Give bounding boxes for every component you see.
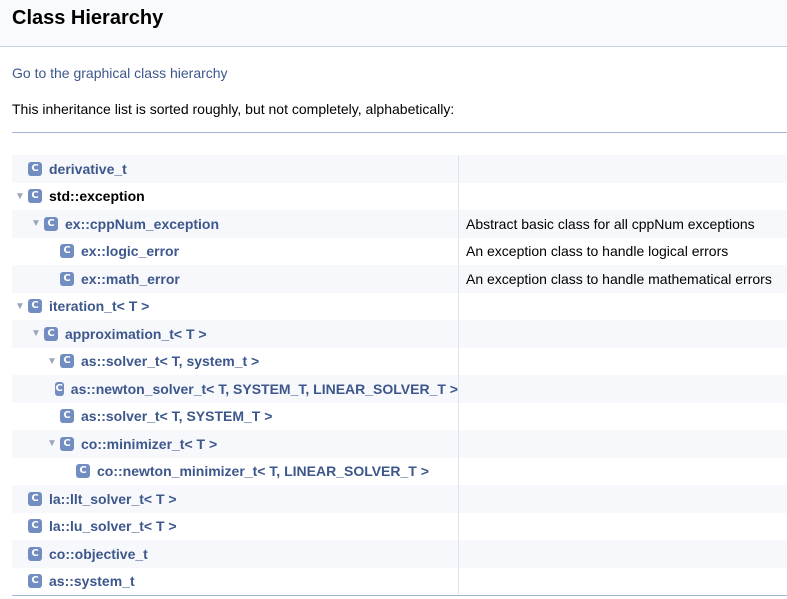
tree-row: Cderivative_t: [12, 155, 787, 183]
tree-entry: Cla::lu_solver_t< T >: [12, 512, 459, 540]
class-icon: C: [60, 354, 74, 369]
expand-arrow-icon[interactable]: ▼: [12, 191, 28, 202]
tree-row: ▼ Capproximation_t< T >: [12, 320, 787, 348]
page-title: Class Hierarchy: [12, 7, 164, 29]
class-link[interactable]: co::objective_t: [49, 546, 148, 562]
tree-row: Cco::newton_minimizer_t< T, LINEAR_SOLVE…: [12, 457, 787, 486]
class-description: [459, 540, 787, 568]
class-icon: C: [28, 546, 42, 561]
expand-arrow-icon[interactable]: ▼: [12, 301, 28, 312]
class-description: [459, 568, 787, 596]
class-icon: C: [28, 299, 42, 314]
tree-entry: Cla::llt_solver_t< T >: [12, 485, 459, 513]
tree-entry: ▼ Cas::solver_t< T, system_t >: [12, 347, 459, 375]
class-link[interactable]: co::newton_minimizer_t< T, LINEAR_SOLVER…: [97, 463, 429, 479]
class-icon: C: [28, 574, 42, 589]
tree-entry: Cas::system_t: [12, 567, 459, 595]
tree-entry: ▼ Cex::cppNum_exception: [12, 210, 459, 238]
class-link[interactable]: as::solver_t< T, system_t >: [81, 353, 259, 369]
tree-row: ▼ Cas::solver_t< T, system_t >: [12, 347, 787, 376]
class-description: [459, 320, 787, 348]
tree-entry: ▼ Cco::minimizer_t< T >: [12, 430, 459, 458]
class-icon: C: [60, 436, 74, 451]
class-icon: C: [60, 409, 74, 424]
class-icon: C: [28, 161, 42, 176]
class-link[interactable]: co::minimizer_t< T >: [81, 436, 217, 452]
tree-row: Cas::newton_solver_t< T, SYSTEM_T, LINEA…: [12, 375, 787, 403]
tree-row: Cco::objective_t: [12, 540, 787, 568]
class-name: std::exception: [49, 188, 145, 205]
class-description: [459, 458, 787, 486]
tree-entry: ▼ Citeration_t< T >: [12, 292, 459, 320]
class-link[interactable]: iteration_t< T >: [49, 298, 149, 314]
class-link[interactable]: ex::math_error: [81, 271, 180, 287]
class-description: [459, 403, 787, 431]
class-icon: C: [28, 519, 42, 534]
tree-entry: Cas::newton_solver_t< T, SYSTEM_T, LINEA…: [12, 375, 459, 403]
tree-row: Cas::solver_t< T, SYSTEM_T >: [12, 402, 787, 431]
class-description: An exception class to handle mathematica…: [466, 270, 772, 287]
class-hierarchy-tree: Cderivative_t ▼ Cstd::exception ▼ Cex::cppNu…: [12, 155, 787, 595]
class-link[interactable]: approximation_t< T >: [65, 326, 207, 342]
class-description: [459, 513, 787, 541]
class-link[interactable]: la::llt_solver_t< T >: [49, 491, 177, 507]
class-icon: C: [44, 216, 58, 231]
class-link[interactable]: derivative_t: [49, 161, 127, 177]
tree-entry: Cex::math_error: [12, 265, 459, 293]
class-icon: C: [54, 381, 64, 396]
page-header: Class Hierarchy: [0, 0, 787, 47]
class-link[interactable]: as::solver_t< T, SYSTEM_T >: [81, 408, 272, 424]
expand-arrow-icon[interactable]: ▼: [28, 218, 44, 229]
tree-row: ▼ Cco::minimizer_t< T >: [12, 430, 787, 458]
expand-arrow-icon[interactable]: ▼: [44, 438, 60, 449]
class-icon: C: [76, 464, 90, 479]
expand-arrow-icon[interactable]: ▼: [44, 356, 60, 367]
class-link[interactable]: as::system_t: [49, 573, 135, 589]
tree-row: Cex::logic_error An exception class to ha…: [12, 237, 787, 265]
class-description: [459, 183, 787, 211]
class-description: [459, 293, 787, 321]
class-link[interactable]: la::lu_solver_t< T >: [49, 518, 177, 534]
tree-entry: ▼ Cstd::exception: [12, 182, 459, 210]
tree-entry: Cco::objective_t: [12, 540, 459, 568]
divider: [12, 132, 787, 133]
class-description: [459, 348, 787, 376]
graphical-hierarchy-link[interactable]: Go to the graphical class hierarchy: [12, 64, 228, 82]
tree-entry: Cderivative_t: [12, 155, 459, 183]
class-description: [459, 155, 787, 183]
class-description: [459, 430, 787, 458]
class-description: [459, 375, 787, 403]
class-icon: C: [28, 491, 42, 506]
tree-row: ▼ Cex::cppNum_exception Abstract basic cla…: [12, 210, 787, 238]
tree-row: Cex::math_error An exception class to han…: [12, 265, 787, 293]
tree-entry: Cas::solver_t< T, SYSTEM_T >: [12, 402, 459, 430]
tree-row: Cla::lu_solver_t< T >: [12, 512, 787, 541]
class-link[interactable]: ex::logic_error: [81, 243, 179, 259]
intro-text: This inheritance list is sorted roughly,…: [12, 101, 455, 117]
class-link[interactable]: ex::cppNum_exception: [65, 216, 219, 232]
tree-row: ▼ Cstd::exception: [12, 182, 787, 211]
contents: Go to the graphical class hierarchy This…: [0, 47, 787, 596]
class-description: An exception class to handle logical err…: [466, 243, 729, 260]
tree-row: Cla::llt_solver_t< T >: [12, 485, 787, 513]
class-description: Abstract basic class for all cppNum exce…: [466, 215, 755, 232]
class-description: [459, 485, 787, 513]
class-icon: C: [44, 326, 58, 341]
expand-arrow-icon[interactable]: ▼: [28, 328, 44, 339]
class-icon: C: [28, 189, 42, 204]
tree-entry: ▼ Capproximation_t< T >: [12, 320, 459, 348]
tree-row: ▼ Citeration_t< T >: [12, 292, 787, 321]
tree-row: Cas::system_t: [12, 567, 787, 596]
bottom-divider: [12, 595, 787, 596]
class-icon: C: [60, 271, 74, 286]
tree-entry: Cco::newton_minimizer_t< T, LINEAR_SOLVE…: [12, 457, 459, 485]
tree-entry: Cex::logic_error: [12, 237, 459, 265]
class-link[interactable]: as::newton_solver_t< T, SYSTEM_T, LINEAR…: [71, 381, 458, 397]
class-icon: C: [60, 244, 74, 259]
